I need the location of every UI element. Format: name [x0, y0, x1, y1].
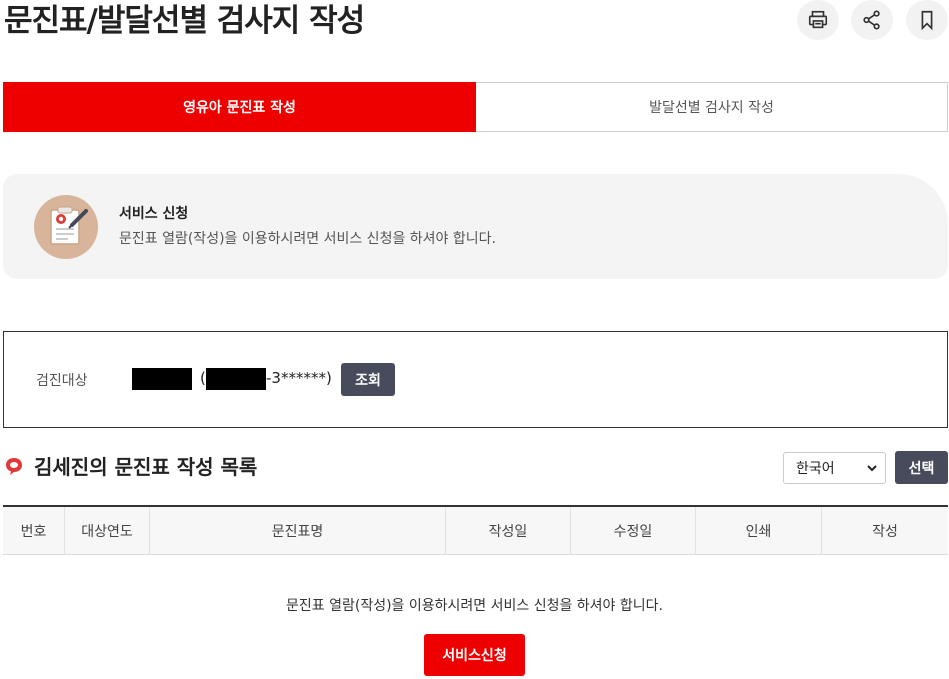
tab-development-screening[interactable]: 발달선별 검사지 작성 [476, 82, 948, 132]
notice-description: 문진표 열람(작성)을 이용하시려면 서비스 신청을 하셔야 합니다. [119, 231, 496, 247]
column-header-print: 인쇄 [696, 507, 822, 554]
redacted-id [206, 368, 266, 390]
clipboard-icon [34, 195, 98, 259]
service-notice: 서비스 신청 문진표 열람(작성)을 이용하시려면 서비스 신청을 하셔야 합니… [3, 174, 948, 279]
column-header-target-year: 대상연도 [65, 507, 150, 554]
query-button[interactable]: 조회 [341, 363, 395, 396]
column-header-created-date: 작성일 [446, 507, 571, 554]
list-title: 김세진의 문진표 작성 목록 [4, 451, 257, 480]
search-target-label: 검진대상 [36, 373, 88, 389]
language-select[interactable]: 한국어 [783, 452, 886, 484]
column-header-questionnaire-name: 문진표명 [150, 507, 446, 554]
printer-icon [808, 10, 828, 29]
tab-infant-questionnaire[interactable]: 영유아 문진표 작성 [3, 82, 476, 132]
language-select-button[interactable]: 선택 [895, 451, 948, 484]
chevron-down-icon [867, 465, 877, 472]
column-header-modified-date: 수정일 [571, 507, 696, 554]
page-title: 문진표/발달선별 검사지 작성 [4, 3, 365, 39]
bookmark-icon [921, 10, 933, 31]
share-icon [863, 10, 880, 30]
service-apply-button[interactable]: 서비스신청 [424, 634, 525, 676]
search-panel: 검진대상 ( -3******) 조회 [3, 331, 948, 428]
empty-list-message: 문진표 열람(작성)을 이용하시려면 서비스 신청을 하셔야 합니다. [286, 598, 663, 614]
column-header-write: 작성 [872, 523, 898, 540]
language-selected-value: 한국어 [796, 461, 835, 477]
notice-title: 서비스 신청 [119, 206, 189, 222]
share-button[interactable] [851, 0, 893, 40]
chat-bubble-icon [6, 457, 22, 475]
column-header-number: 번호 [3, 507, 65, 554]
print-button[interactable] [797, 0, 839, 40]
bookmark-button[interactable] [906, 0, 948, 40]
id-paren-open: ( [200, 369, 206, 387]
list-title-text: 김세진의 문진표 작성 목록 [34, 455, 258, 479]
tab-bar: 영유아 문진표 작성 발달선별 검사지 작성 [3, 82, 948, 132]
redacted-name [132, 368, 192, 390]
masked-id-suffix: -3******) [266, 369, 332, 387]
table-header: 번호 대상연도 문진표명 작성일 수정일 인쇄 작성 [3, 505, 948, 555]
